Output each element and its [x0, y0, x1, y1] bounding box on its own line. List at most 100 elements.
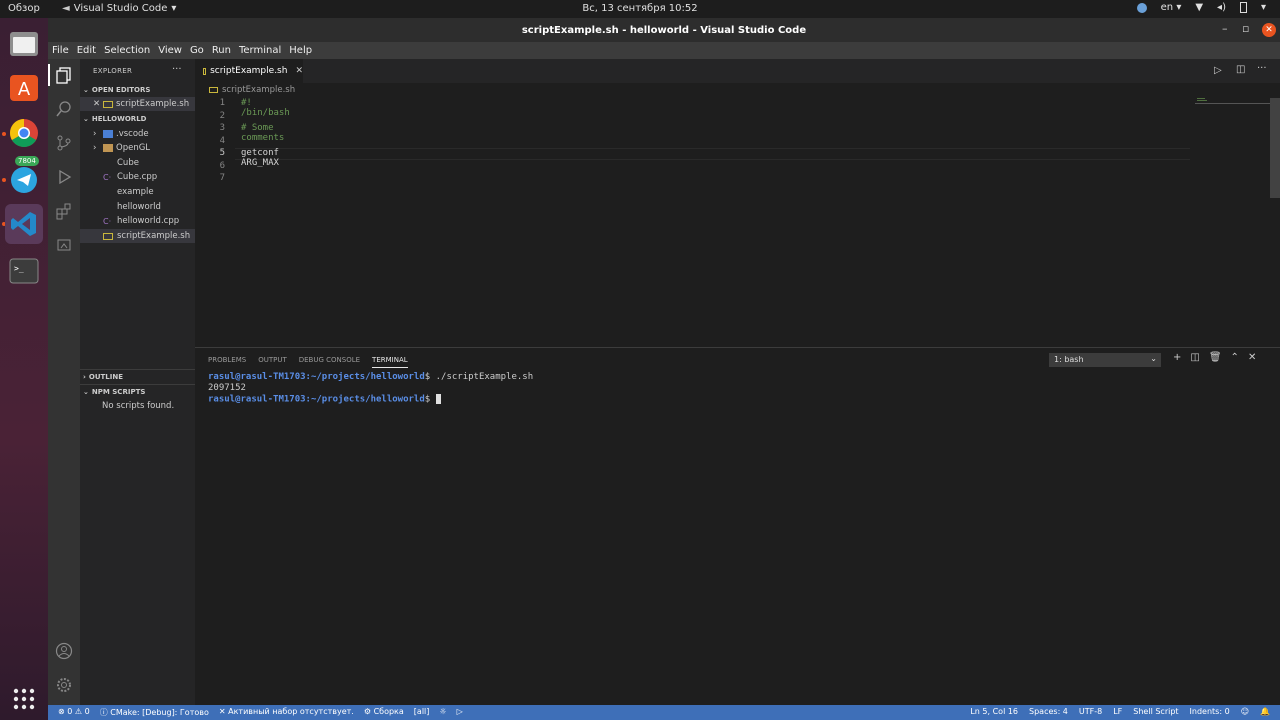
tab-problems[interactable]: PROBLEMS	[208, 356, 246, 368]
terminal-line: rasul@rasul-TM1703:~/projects/helloworld…	[208, 394, 533, 406]
panel-tabs: PROBLEMS OUTPUT DEBUG CONSOLE TERMINAL	[208, 356, 408, 368]
settings-gear-icon[interactable]	[54, 675, 74, 695]
software-center-icon[interactable]: A	[7, 70, 41, 104]
breadcrumb-label: scriptExample.sh	[222, 85, 296, 95]
maximize-icon[interactable]: ▫	[1242, 22, 1249, 35]
problems-status[interactable]: ⊗ 0 ⚠ 0	[58, 707, 90, 718]
new-terminal-icon[interactable]: +	[1173, 352, 1181, 363]
tab-scriptexample[interactable]: scriptExample.sh ✕	[195, 59, 303, 83]
run-debug-icon[interactable]	[54, 167, 74, 187]
run-file-icon[interactable]: ▷	[1214, 65, 1222, 76]
kill-terminal-icon[interactable]: 🗑	[1209, 352, 1222, 363]
source-control-icon[interactable]	[54, 133, 74, 153]
search-icon[interactable]	[54, 99, 74, 119]
more-actions-icon[interactable]: ···	[1257, 63, 1267, 74]
explorer-icon[interactable]	[54, 65, 74, 85]
eol-status[interactable]: LF	[1113, 707, 1122, 716]
chrome-icon[interactable]	[7, 116, 41, 150]
tree-item-cube[interactable]: Cube	[80, 156, 195, 170]
account-icon[interactable]	[54, 641, 74, 661]
tree-item-label: Cube	[117, 158, 139, 168]
shell-file-icon	[103, 100, 113, 108]
terminal-icon[interactable]: >_	[7, 254, 41, 288]
build-status[interactable]: ⚙ Сборка	[364, 707, 404, 718]
extensions-icon[interactable]	[54, 201, 74, 221]
editor-scrollbar[interactable]	[1270, 98, 1280, 198]
telegram-icon[interactable]: 7804	[7, 156, 41, 196]
close-editor-icon[interactable]: ✕	[93, 99, 103, 109]
language-mode[interactable]: Shell Script	[1133, 707, 1178, 716]
tab-output[interactable]: OUTPUT	[258, 356, 287, 368]
status-left: ⊗ 0 ⚠ 0 ⓘ CMake: [Debug]: Готово ✕ Актив…	[58, 707, 463, 718]
tree-item-cube-cpp[interactable]: C· Cube.cpp	[80, 170, 195, 184]
cmake-status[interactable]: ⓘ CMake: [Debug]: Готово	[100, 707, 209, 718]
menu-help[interactable]: Help	[285, 42, 316, 59]
close-panel-icon[interactable]: ✕	[1248, 352, 1256, 363]
tree-item-opengl[interactable]: › OpenGL	[80, 141, 195, 155]
overview-button[interactable]: Обзор	[8, 3, 40, 14]
app-menu[interactable]: ◄ Visual Studio Code ▾	[62, 3, 176, 14]
close-tab-icon[interactable]: ✕	[295, 66, 303, 76]
system-menu-chevron-icon[interactable]: ▾	[1261, 2, 1266, 13]
encoding-status[interactable]: UTF-8	[1079, 707, 1102, 716]
network-globe-icon[interactable]	[1136, 2, 1147, 13]
terminal-output[interactable]: rasul@rasul-TM1703:~/projects/helloworld…	[208, 372, 533, 406]
menu-run[interactable]: Run	[208, 42, 235, 59]
menu-go[interactable]: Go	[186, 42, 208, 59]
tree-item-vscode[interactable]: › .vscode	[80, 127, 195, 141]
outline-section[interactable]: › OUTLINE	[80, 370, 195, 384]
menu-bar: File Edit Selection View Go Run Terminal…	[48, 42, 1280, 59]
language-indicator[interactable]: en ▾	[1161, 2, 1182, 13]
remote-explorer-icon[interactable]	[54, 235, 74, 255]
target-status[interactable]: [all]	[414, 707, 430, 718]
svg-text:>_: >_	[14, 264, 24, 273]
menu-edit[interactable]: Edit	[73, 42, 100, 59]
tree-item-helloworld[interactable]: helloworld	[80, 200, 195, 214]
indentation-status[interactable]: Spaces: 4	[1029, 707, 1068, 716]
split-editor-icon[interactable]: ◫	[1236, 64, 1245, 75]
tab-debug-console[interactable]: DEBUG CONSOLE	[299, 356, 360, 368]
terminal-selector[interactable]: 1: bash ⌄	[1049, 353, 1161, 367]
minimap[interactable]	[1195, 98, 1270, 106]
cursor-position[interactable]: Ln 5, Col 16	[970, 707, 1018, 716]
menu-terminal[interactable]: Terminal	[235, 42, 285, 59]
tree-item-scriptexample[interactable]: scriptExample.sh	[80, 229, 195, 243]
tree-item-label: helloworld	[117, 202, 161, 212]
split-terminal-icon[interactable]: ◫	[1190, 352, 1199, 363]
tree-item-example[interactable]: example	[80, 185, 195, 199]
debug-icon[interactable]: ☼	[439, 707, 446, 718]
menu-view[interactable]: View	[154, 42, 186, 59]
menu-file[interactable]: File	[48, 42, 73, 59]
kit-status[interactable]: ✕ Активный набор отсутствует.	[219, 707, 354, 718]
feedback-icon[interactable]: ☺	[1241, 707, 1249, 716]
indents-status[interactable]: Indents: 0	[1190, 707, 1230, 716]
npm-scripts-section[interactable]: ⌄ NPM SCRIPTS	[80, 385, 195, 399]
run-icon[interactable]: ▷	[457, 707, 463, 718]
menu-selection[interactable]: Selection	[100, 42, 154, 59]
tree-item-helloworld-cpp[interactable]: C· helloworld.cpp	[80, 214, 195, 228]
maximize-panel-icon[interactable]: ⌃	[1231, 352, 1239, 363]
shell-file-icon	[103, 232, 113, 240]
tab-terminal[interactable]: TERMINAL	[372, 356, 408, 368]
open-editor-item[interactable]: ✕ scriptExample.sh	[80, 97, 195, 111]
show-applications-icon[interactable]	[7, 682, 41, 716]
files-icon[interactable]	[7, 26, 41, 60]
cpp-file-icon: C·	[103, 216, 112, 226]
more-actions-icon[interactable]: ···	[172, 64, 182, 75]
volume-icon[interactable]: ◂)	[1217, 2, 1226, 13]
close-icon[interactable]: ✕	[1262, 23, 1276, 37]
tree-item-label: scriptExample.sh	[117, 231, 191, 241]
open-editors-section[interactable]: ⌄ OPEN EDITORS	[80, 83, 195, 97]
wifi-icon[interactable]: ▼	[1195, 2, 1203, 13]
clock[interactable]: Вс, 13 сентября 10:52	[0, 3, 1280, 14]
breadcrumb[interactable]: scriptExample.sh	[209, 85, 295, 95]
battery-icon[interactable]	[1239, 2, 1247, 13]
chevron-down-icon: ⌄	[1150, 354, 1157, 363]
project-section[interactable]: ⌄ HELLOWORLD	[80, 112, 195, 126]
build-label: Сборка	[373, 707, 404, 716]
shell-file-icon	[209, 87, 218, 93]
vscode-dock-icon[interactable]	[5, 204, 43, 244]
minimize-icon[interactable]: –	[1222, 22, 1228, 35]
prompt-path: :~/projects/helloworld	[305, 372, 425, 382]
notifications-bell-icon[interactable]: 🔔	[1260, 707, 1270, 716]
